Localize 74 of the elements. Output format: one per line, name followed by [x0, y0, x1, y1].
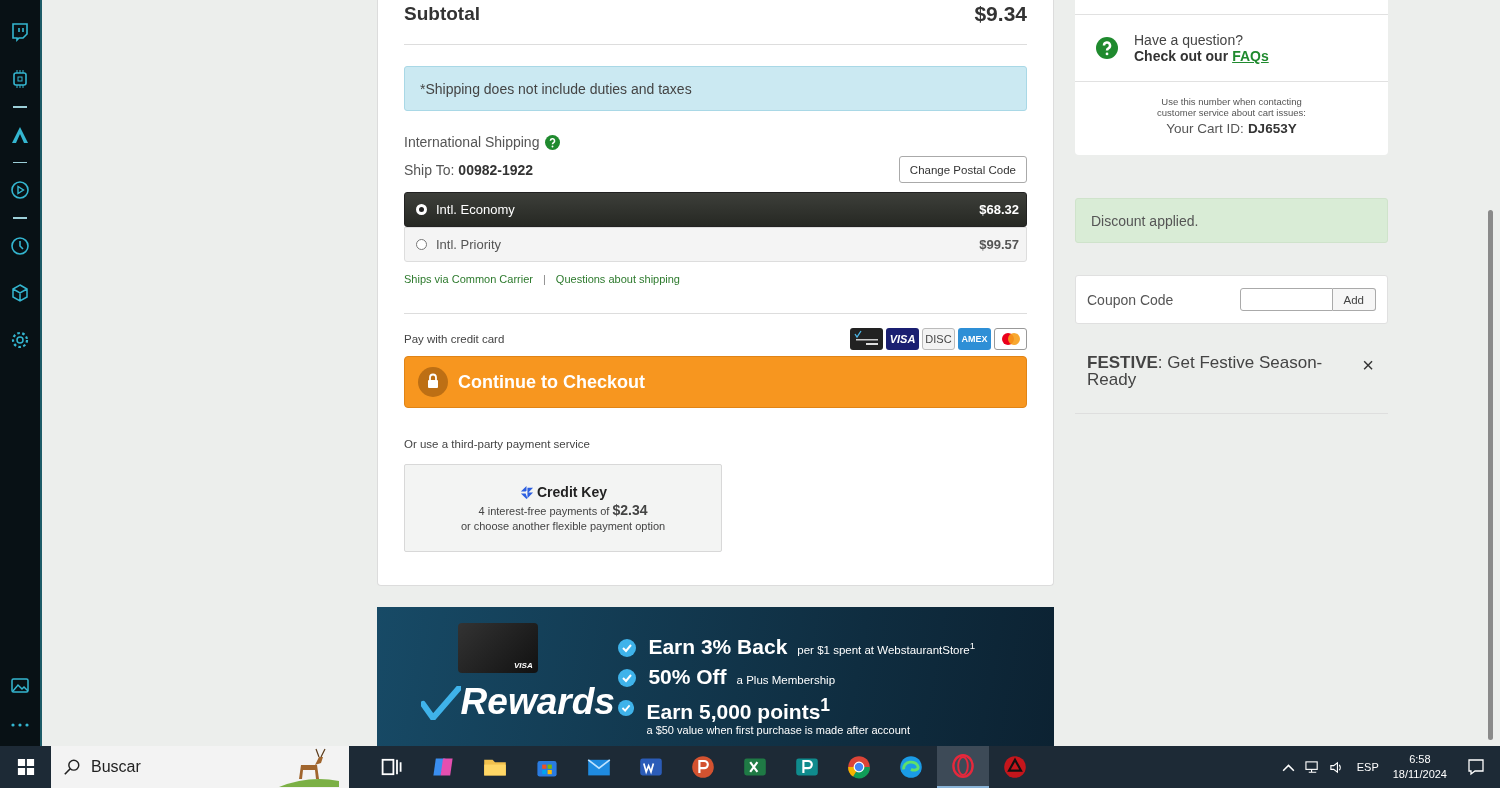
coupon-label: Coupon Code	[1087, 291, 1174, 308]
shipping-carrier-link[interactable]: Ships via Common Carrier	[404, 273, 533, 285]
subtotal-amount: $9.34	[974, 2, 1027, 26]
faq-link[interactable]: FAQs	[1232, 48, 1269, 64]
cart-id-label: Your Cart ID:	[1166, 120, 1244, 136]
rewards-card-icon	[850, 328, 883, 350]
question-text: Have a question?	[1134, 32, 1244, 48]
shipping-questions-link[interactable]: Questions about shipping	[555, 273, 680, 285]
settings-icon[interactable]	[10, 329, 30, 350]
add-coupon-button[interactable]: Add	[1332, 288, 1376, 311]
cart-id-note: Use this number when contacting customer service about cart issues:	[1156, 97, 1307, 119]
cube-icon[interactable]	[10, 282, 30, 303]
rewards-logo-text: Rewards	[460, 683, 615, 720]
faq-prompt: Check out our	[1134, 48, 1229, 64]
cart-id-value: DJ653Y	[1247, 120, 1297, 136]
browser-icon[interactable]	[847, 755, 871, 779]
discover-card-icon: DISC	[922, 328, 955, 350]
shipping-note: *Shipping does not include duties and taxes	[404, 66, 1027, 111]
credit-key-name: Credit Key	[537, 484, 607, 500]
chat-bubble-icon[interactable]	[10, 22, 30, 42]
search-icon	[63, 758, 81, 776]
benefit-title: 50% Off	[648, 665, 727, 689]
subtotal-label: Subtotal	[404, 3, 480, 25]
benefit-detail: a $50 value when first purchase is made after account	[646, 724, 911, 736]
change-postal-code-button[interactable]: Change Postal Code	[898, 156, 1027, 183]
help-icon[interactable]	[545, 134, 561, 150]
help-icon	[1096, 37, 1118, 59]
amex-card-icon: AMEX	[958, 328, 991, 350]
pay-with-card-label: Pay with credit card	[404, 333, 505, 345]
deer-icon	[279, 747, 339, 787]
check-circle-icon	[618, 639, 637, 657]
check-circle-icon	[618, 699, 635, 717]
credit-card-drawing: VISA	[457, 623, 538, 673]
lock-icon	[418, 367, 448, 397]
network-icon[interactable]	[1304, 759, 1320, 775]
payment-option-text: or choose another flexible payment option	[460, 520, 666, 532]
link-separator: |	[543, 273, 546, 285]
third-party-label: Or use a third-party payment service	[404, 438, 591, 450]
close-button[interactable]: ×	[1360, 355, 1376, 375]
play-circle-icon[interactable]	[10, 180, 30, 200]
benefit-detail: per $1 spent at WebstaurantStore$^{1}$	[797, 640, 976, 656]
check-circle-icon	[618, 669, 637, 687]
mastercard-icon	[994, 328, 1027, 350]
notification-icon[interactable]	[1467, 758, 1485, 776]
clock-date[interactable]: 18/11/2024	[1392, 767, 1447, 783]
shipping-option[interactable]: Intl. Economy $68.32	[404, 192, 1027, 227]
international-shipping-label: International Shipping	[404, 134, 540, 150]
speaker-icon[interactable]	[1328, 759, 1344, 775]
rewards-banner[interactable]: VISA Rewards Earn 3% Back per $1 spent at WebstaurantStore$^{1}$ 50% Off a Plus Membership Earn 5,000 points$^{1}$ a $50 value when first purchase is made after account	[377, 607, 1054, 746]
language-indicator[interactable]: ESP	[1356, 761, 1379, 773]
benefit-detail: a Plus Membership	[736, 674, 836, 686]
credit-key-logo-icon	[519, 484, 534, 500]
taskbar-search-field[interactable]: Buscar	[51, 746, 349, 788]
windows-logo-icon[interactable]	[17, 758, 35, 776]
clock-icon[interactable]	[10, 235, 30, 256]
check-mark-icon	[420, 686, 461, 720]
benefit-title: Earn 3% Back	[648, 635, 788, 659]
radio-button[interactable]	[416, 239, 427, 250]
chip-icon[interactable]	[10, 69, 30, 89]
image-icon[interactable]	[10, 675, 30, 695]
clock-time[interactable]: 6:58	[1409, 751, 1431, 767]
promo-text: FESTIVE: Get Festive Season-Ready	[1087, 355, 1324, 389]
more-icon[interactable]	[10, 722, 30, 728]
shipping-option[interactable]: Intl. Priority $99.57	[404, 227, 1027, 262]
ship-to-label: Ship To:	[404, 161, 455, 178]
discount-message: Discount applied.	[1075, 198, 1388, 243]
benefit-title: Earn 5,000 points$^{1}$	[646, 695, 831, 724]
triangle-badge-icon[interactable]	[1003, 755, 1027, 779]
credit-key-option[interactable]: Credit Key 4 interest-free payments of $2.34 or choose another flexible payment option	[404, 464, 722, 552]
presentation-icon[interactable]	[691, 755, 715, 779]
coupon-input[interactable]	[1239, 288, 1333, 311]
visa-card-icon: VISA	[886, 328, 919, 350]
postal-code: 00982-1922	[458, 161, 534, 178]
installment-text: 4 interest-free payments of $2.34	[478, 502, 648, 518]
